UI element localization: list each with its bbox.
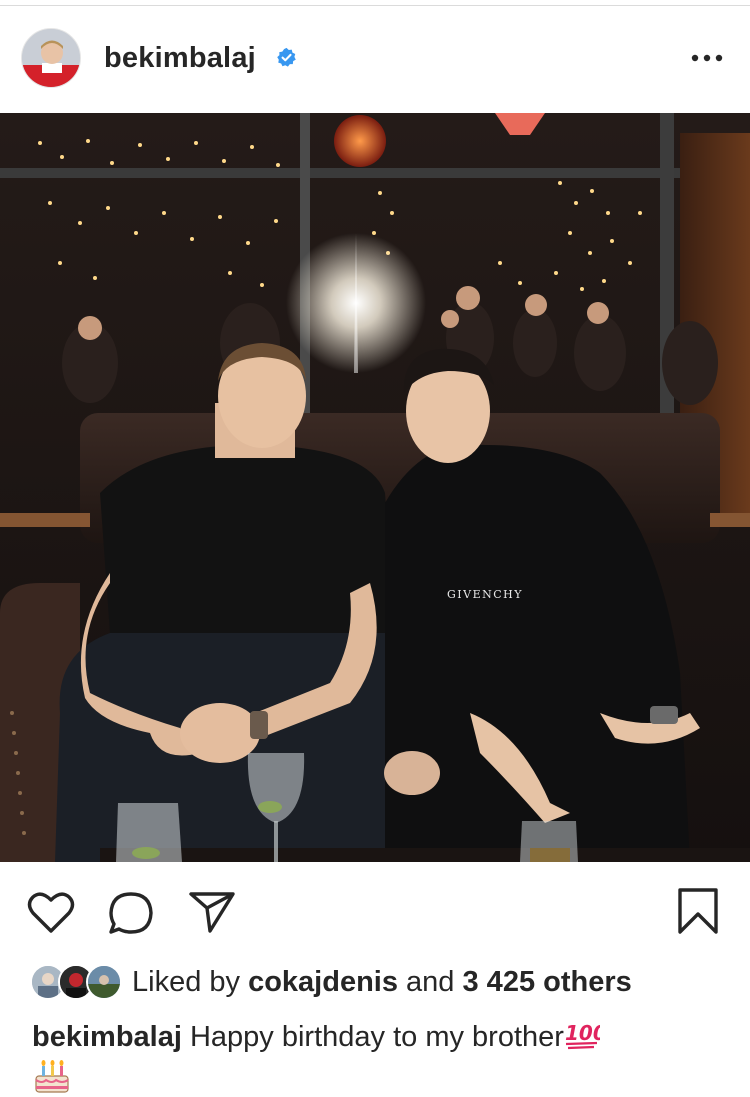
- liker-avatar-image: [88, 966, 120, 998]
- hundred-points-emoji: 100: [565, 1021, 607, 1050]
- post-header: bekimbalaj: [0, 6, 750, 113]
- caption-username[interactable]: bekimbalaj: [32, 1021, 182, 1053]
- verified-badge-icon: [277, 47, 296, 67]
- svg-text:100: 100: [565, 1021, 600, 1045]
- post-photo[interactable]: GIVENCHY: [0, 113, 750, 862]
- comment-bubble-icon[interactable]: [107, 890, 155, 936]
- paper-plane-icon[interactable]: [188, 888, 236, 934]
- likes-row: Liked by cokajdenis and 3 425 others: [0, 958, 750, 1008]
- liker-username[interactable]: cokajdenis: [248, 966, 398, 998]
- liker-avatar[interactable]: [86, 964, 122, 1000]
- heart-icon[interactable]: [27, 890, 75, 934]
- likes-joiner: and: [406, 966, 455, 998]
- post-caption: bekimbalaj Happy birthday to my brother …: [32, 1018, 732, 1056]
- caption-text: Happy birthday to my brother: [189, 1021, 564, 1053]
- likes-count[interactable]: 3 425 others: [463, 966, 632, 998]
- birthday-cake-emoji: [35, 1060, 69, 1093]
- likes-prefix: Liked by: [132, 966, 241, 998]
- post-actions: [0, 862, 750, 962]
- bookmark-icon[interactable]: [676, 886, 720, 936]
- post-image: GIVENCHY: [0, 113, 750, 862]
- avatar-image: [22, 29, 80, 87]
- svg-text:GIVENCHY: GIVENCHY: [447, 588, 523, 601]
- more-options-icon[interactable]: [688, 44, 726, 72]
- avatar[interactable]: [21, 28, 81, 88]
- likes-text: Liked by cokajdenis and 3 425 others: [132, 966, 632, 999]
- header-username[interactable]: bekimbalaj: [104, 42, 256, 75]
